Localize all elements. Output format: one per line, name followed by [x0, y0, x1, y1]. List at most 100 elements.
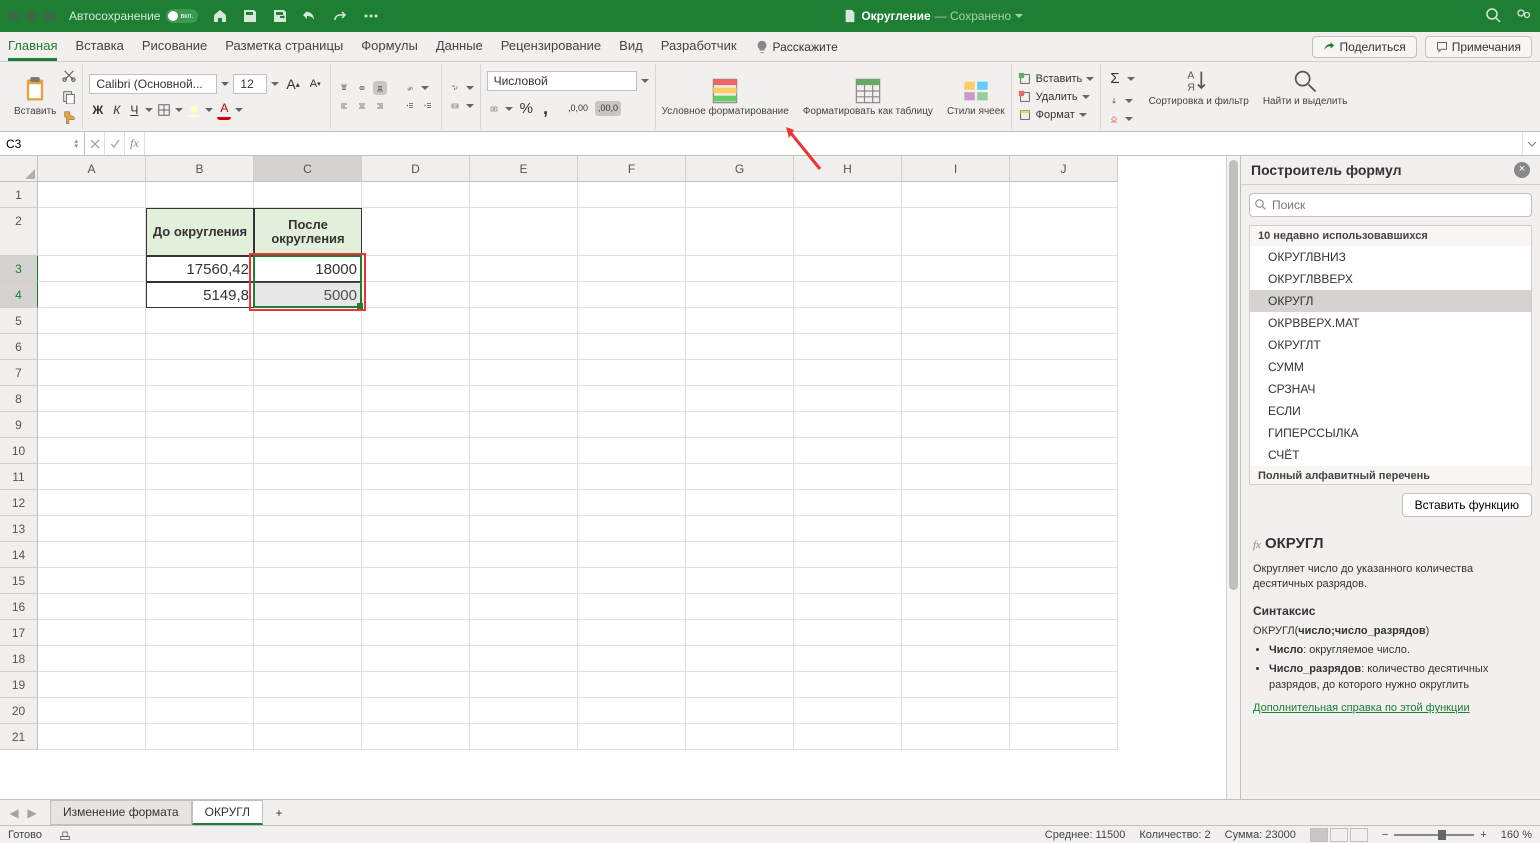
cell-A20[interactable]: [38, 698, 146, 724]
cell-F18[interactable]: [578, 646, 686, 672]
cell-B2[interactable]: До округления: [146, 208, 254, 256]
spreadsheet-grid[interactable]: ABCDEFGHIJ 12До округленияПосле округлен…: [0, 156, 1226, 799]
align-middle-icon[interactable]: [355, 81, 369, 95]
cell-H1[interactable]: [794, 182, 902, 208]
cell-A5[interactable]: [38, 308, 146, 334]
cell-F9[interactable]: [578, 412, 686, 438]
cell-B16[interactable]: [146, 594, 254, 620]
cell-G8[interactable]: [686, 386, 794, 412]
align-right-icon[interactable]: [373, 99, 387, 113]
column-header-J[interactable]: J: [1010, 156, 1118, 182]
column-header-A[interactable]: A: [38, 156, 146, 182]
cell-D18[interactable]: [362, 646, 470, 672]
cell-B10[interactable]: [146, 438, 254, 464]
cell-A3[interactable]: [38, 256, 146, 282]
underline-dropdown-icon[interactable]: [145, 106, 153, 114]
cell-B4[interactable]: 5149,8: [146, 282, 254, 308]
cell-H15[interactable]: [794, 568, 902, 594]
cell-D10[interactable]: [362, 438, 470, 464]
sort-filter-button[interactable]: АЯ Сортировка и фильтр: [1149, 67, 1249, 107]
cell-I2[interactable]: [902, 208, 1010, 256]
cell-D2[interactable]: [362, 208, 470, 256]
cell-C17[interactable]: [254, 620, 362, 646]
cell-C20[interactable]: [254, 698, 362, 724]
cell-I18[interactable]: [902, 646, 1010, 672]
cell-H5[interactable]: [794, 308, 902, 334]
cell-D19[interactable]: [362, 672, 470, 698]
sheet-tab[interactable]: Изменение формата: [50, 800, 192, 825]
zoom-in-icon[interactable]: +: [1480, 829, 1486, 841]
cell-D4[interactable]: [362, 282, 470, 308]
cell-E19[interactable]: [470, 672, 578, 698]
cell-H7[interactable]: [794, 360, 902, 386]
more-icon[interactable]: [362, 8, 380, 24]
insert-dropdown-icon[interactable]: [1086, 75, 1094, 83]
cell-G2[interactable]: [686, 208, 794, 256]
cell-A18[interactable]: [38, 646, 146, 672]
cell-B19[interactable]: [146, 672, 254, 698]
cell-A19[interactable]: [38, 672, 146, 698]
cell-G18[interactable]: [686, 646, 794, 672]
format-dropdown-icon[interactable]: [1079, 111, 1087, 119]
autosave-toggle[interactable]: вкл.: [166, 9, 198, 23]
cell-J7[interactable]: [1010, 360, 1118, 386]
fill-icon[interactable]: [1107, 94, 1121, 108]
borders-dropdown-icon[interactable]: [175, 106, 183, 114]
cell-G3[interactable]: [686, 256, 794, 282]
sheet-nav-prev-icon[interactable]: ◀: [6, 805, 22, 821]
cell-A11[interactable]: [38, 464, 146, 490]
name-box-input[interactable]: [6, 137, 56, 151]
cell-F10[interactable]: [578, 438, 686, 464]
row-header-9[interactable]: 9: [0, 412, 38, 438]
column-header-H[interactable]: H: [794, 156, 902, 182]
cell-A9[interactable]: [38, 412, 146, 438]
cell-D5[interactable]: [362, 308, 470, 334]
cell-E15[interactable]: [470, 568, 578, 594]
column-header-C[interactable]: C: [254, 156, 362, 182]
cell-B1[interactable]: [146, 182, 254, 208]
cell-D21[interactable]: [362, 724, 470, 750]
home-icon[interactable]: [212, 8, 228, 24]
cell-J15[interactable]: [1010, 568, 1118, 594]
cell-H12[interactable]: [794, 490, 902, 516]
cell-J18[interactable]: [1010, 646, 1118, 672]
save-icon[interactable]: [242, 8, 258, 24]
cell-styles-button[interactable]: Стили ячеек: [947, 77, 1005, 117]
font-name-box[interactable]: Calibri (Основной...: [89, 74, 217, 94]
cell-D13[interactable]: [362, 516, 470, 542]
cell-J4[interactable]: [1010, 282, 1118, 308]
cell-H11[interactable]: [794, 464, 902, 490]
delete-dropdown-icon[interactable]: [1082, 93, 1090, 101]
cell-B20[interactable]: [146, 698, 254, 724]
cell-C15[interactable]: [254, 568, 362, 594]
cell-A2[interactable]: [38, 208, 146, 256]
merge-icon[interactable]: [448, 99, 462, 113]
row-header-12[interactable]: 12: [0, 490, 38, 516]
number-format-dropdown-icon[interactable]: [641, 77, 649, 85]
cell-F14[interactable]: [578, 542, 686, 568]
wrap-dropdown-icon[interactable]: [466, 84, 474, 92]
cut-icon[interactable]: [62, 70, 76, 84]
cell-E18[interactable]: [470, 646, 578, 672]
cell-B15[interactable]: [146, 568, 254, 594]
align-center-icon[interactable]: [355, 99, 369, 113]
cell-D11[interactable]: [362, 464, 470, 490]
cell-B6[interactable]: [146, 334, 254, 360]
cell-G20[interactable]: [686, 698, 794, 724]
cell-F13[interactable]: [578, 516, 686, 542]
func-item[interactable]: СРЗНАЧ: [1250, 378, 1531, 400]
cell-B17[interactable]: [146, 620, 254, 646]
share-people-icon[interactable]: [1516, 8, 1532, 24]
row-header-14[interactable]: 14: [0, 542, 38, 568]
cell-F6[interactable]: [578, 334, 686, 360]
cell-H6[interactable]: [794, 334, 902, 360]
accessibility-icon[interactable]: [58, 829, 72, 841]
row-header-19[interactable]: 19: [0, 672, 38, 698]
cell-H17[interactable]: [794, 620, 902, 646]
cell-J6[interactable]: [1010, 334, 1118, 360]
ribbon-tab-1[interactable]: Вставка: [75, 32, 123, 61]
func-item[interactable]: ОКРУГЛТ: [1250, 334, 1531, 356]
cell-C5[interactable]: [254, 308, 362, 334]
font-size-box[interactable]: 12: [233, 74, 267, 94]
cell-B8[interactable]: [146, 386, 254, 412]
